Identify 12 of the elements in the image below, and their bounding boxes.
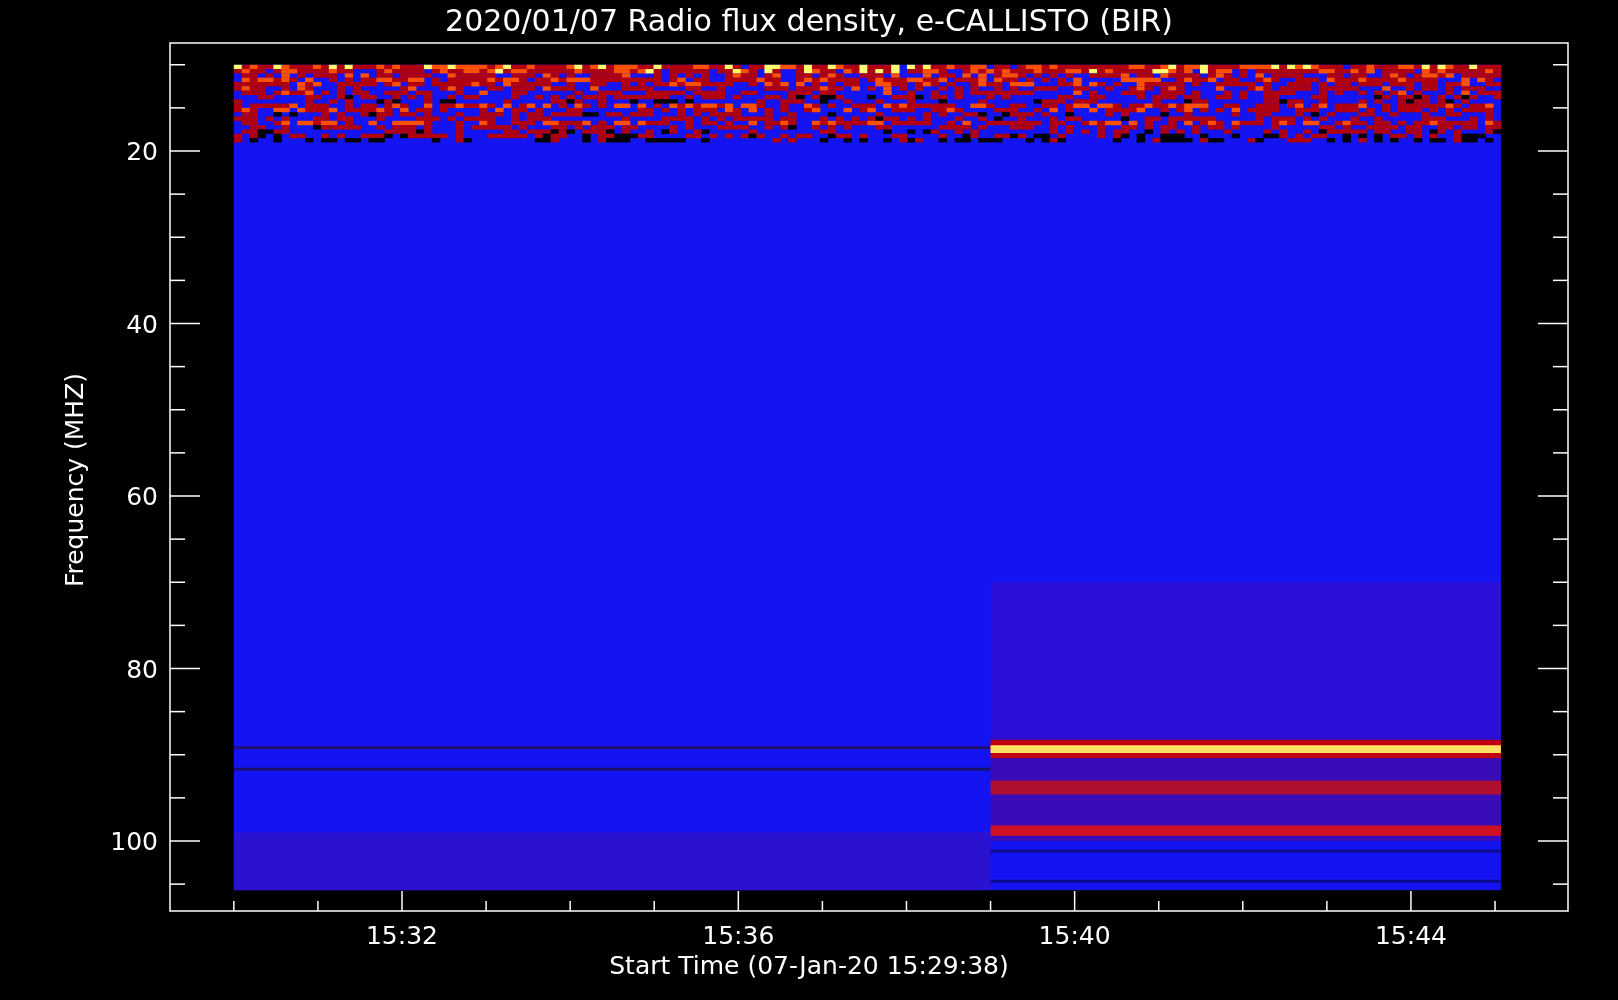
tick-label: 15:40 — [1038, 921, 1111, 950]
tick-label: 20 — [126, 137, 158, 166]
tick-label: 100 — [110, 827, 158, 856]
axis-label: Start Time (07-Jan-20 15:29:38) — [609, 951, 1009, 980]
tick-label: 40 — [126, 309, 158, 339]
tick-label: 15:44 — [1374, 921, 1447, 950]
tick-label: 60 — [126, 482, 158, 511]
plot-title: 2020/01/07 Radio flux density, e-CALLISTO (BIR) — [445, 3, 1173, 38]
tick-label: 15:32 — [366, 921, 438, 950]
axis-label: Frequency (MHZ) — [60, 372, 89, 588]
tick-label: 15:36 — [702, 921, 775, 950]
tick-label: 80 — [126, 654, 158, 684]
